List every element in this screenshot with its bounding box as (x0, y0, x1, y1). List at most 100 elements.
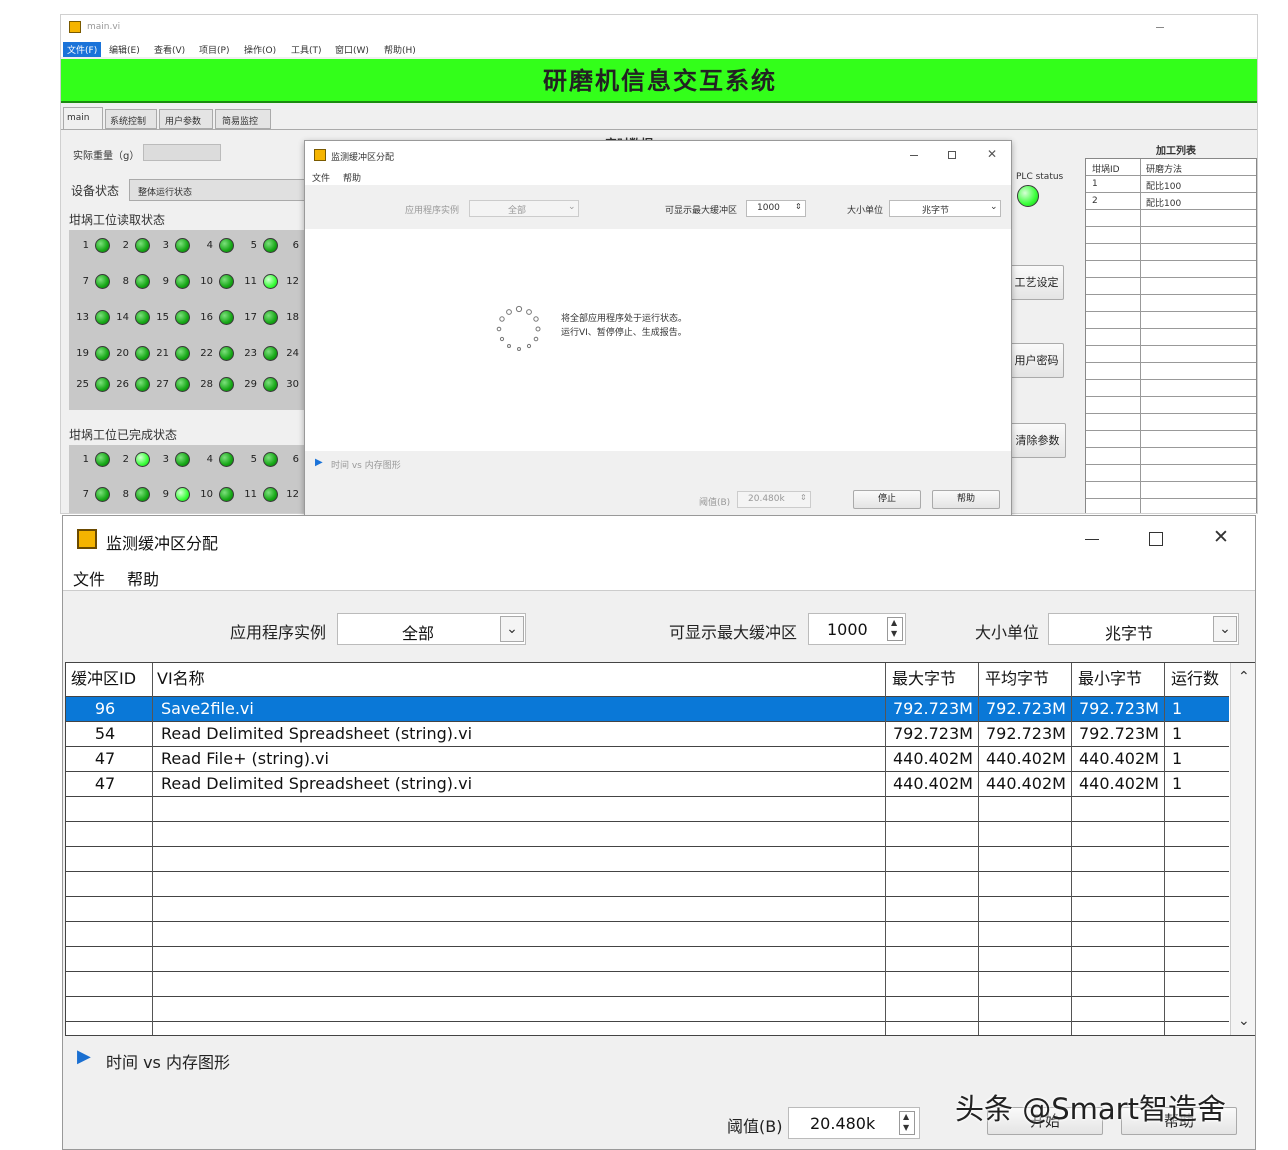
table-row[interactable]: 54 Read Delimited Spreadsheet (string).vi… (66, 722, 1229, 747)
menu-item-file[interactable]: 文件(F) (63, 42, 102, 57)
led-number: 3 (162, 454, 169, 465)
status-led-icon (263, 452, 278, 467)
tab-system-control[interactable]: 系统控制 (105, 109, 157, 129)
table-cell: 1 (1172, 724, 1183, 743)
big-threshold-down-icon[interactable]: ▼ (903, 1123, 909, 1132)
col-header-vi-name[interactable]: VI名称 (157, 663, 877, 695)
small-app-instance-select[interactable]: 全部 ⌄ (469, 200, 579, 217)
col-header-run-count[interactable]: 运行数 (1171, 663, 1227, 695)
list-row-line (1086, 243, 1256, 244)
table-row[interactable] (66, 972, 1229, 997)
small-graph-toggle-label[interactable]: 时间 vs 内存图形 (331, 458, 401, 471)
small-threshold-value: 20.480k (748, 494, 785, 504)
led-number: 1 (82, 454, 89, 465)
small-close-icon[interactable]: ✕ (987, 147, 997, 161)
table-row[interactable] (66, 922, 1229, 947)
col-header-min-bytes[interactable]: 最小字节 (1078, 663, 1164, 695)
scroll-up-icon[interactable]: ⌃ (1238, 669, 1250, 685)
status-led-icon (175, 452, 190, 467)
led-number: 9 (162, 489, 169, 500)
small-stop-button[interactable]: 停止 (853, 490, 921, 509)
small-max-buffers-input[interactable]: 1000 ⇕ (746, 200, 806, 217)
menu-item-operate[interactable]: 操作(O) (244, 43, 276, 56)
main-title-bar: main.vi (61, 15, 1257, 41)
big-unit-dropdown-button[interactable]: ⌄ (1213, 616, 1237, 642)
big-expand-arrow-icon[interactable]: ▶ (77, 1046, 91, 1067)
table-vertical-scrollbar[interactable]: ⌃ ⌄ (1230, 663, 1255, 1035)
led-number: 17 (244, 312, 257, 323)
small-unit-select[interactable]: 兆字节 ⌄ (889, 200, 1001, 217)
small-spinner-icon[interactable]: ⇕ (795, 202, 802, 211)
big-minimize-icon[interactable] (1085, 539, 1099, 540)
big-threshold-up-icon[interactable]: ▲ (903, 1112, 909, 1121)
table-cell: 792.723M (893, 724, 973, 743)
table-row[interactable] (66, 947, 1229, 972)
main-menu-bar: 文件(F) 编辑(E) 查看(V) 项目(P) 操作(O) 工具(T) 窗口(W… (61, 41, 1257, 57)
big-max-buffers-input[interactable]: 1000 ▲ ▼ (808, 613, 906, 645)
menu-item-project[interactable]: 项目(P) (199, 43, 229, 56)
table-row[interactable] (66, 872, 1229, 897)
plc-status-label: PLC status (1016, 172, 1064, 182)
table-cell: 96 (94, 699, 116, 718)
big-graph-toggle-label[interactable]: 时间 vs 内存图形 (106, 1049, 230, 1073)
status-led-icon (95, 310, 110, 325)
big-threshold-spinner[interactable]: ▲ ▼ (899, 1111, 915, 1135)
small-help-button[interactable]: 帮助 (932, 490, 1000, 509)
big-menu-file[interactable]: 文件 (73, 566, 105, 590)
big-max-buffers-spinner[interactable]: ▲ ▼ (887, 617, 903, 641)
small-threshold-input[interactable]: 20.480k ⇕ (737, 491, 811, 508)
big-spin-down-icon[interactable]: ▼ (891, 629, 897, 638)
table-row[interactable] (66, 822, 1229, 847)
big-app-instance-select[interactable]: 全部 ⌄ (337, 613, 526, 645)
small-minimize-icon[interactable] (910, 155, 918, 156)
small-maximize-icon[interactable] (948, 151, 956, 159)
list-row-line (1086, 294, 1256, 295)
table-row[interactable]: 47 Read File+ (string).vi 440.402M 440.402M… (66, 747, 1229, 772)
big-maximize-icon[interactable] (1149, 532, 1163, 546)
big-unit-select[interactable]: 兆字节 ⌄ (1048, 613, 1239, 645)
status-led-icon (95, 346, 110, 361)
process-setting-button[interactable]: 工艺设定 (1009, 265, 1064, 300)
menu-item-help[interactable]: 帮助(H) (384, 43, 416, 56)
clear-params-button[interactable]: 清除参数 (1009, 423, 1066, 458)
table-row[interactable]: 47 Read Delimited Spreadsheet (string).vi… (66, 772, 1229, 797)
big-app-instance-value: 全部 (402, 624, 435, 643)
small-expand-arrow-icon[interactable]: ▶ (315, 457, 323, 468)
big-app-instance-dropdown-button[interactable]: ⌄ (500, 616, 524, 642)
col-header-avg-bytes[interactable]: 平均字节 (985, 663, 1071, 695)
small-threshold-spinner-icon[interactable]: ⇕ (800, 493, 807, 502)
status-led-icon (219, 452, 234, 467)
big-close-icon[interactable]: ✕ (1213, 526, 1229, 548)
col-header-buffer-id[interactable]: 缓冲区ID (71, 663, 149, 695)
table-row[interactable]: 96 Save2file.vi 792.723M 792.723M 792.723M 1 (66, 697, 1229, 722)
table-row[interactable] (66, 847, 1229, 872)
small-menu-help[interactable]: 帮助 (343, 171, 361, 184)
tab-main[interactable]: main (63, 107, 103, 129)
led-number: 3 (162, 240, 169, 251)
menu-item-tools[interactable]: 工具(T) (291, 43, 322, 56)
table-row[interactable] (66, 797, 1229, 822)
big-menu-help[interactable]: 帮助 (127, 566, 159, 590)
minimize-icon[interactable] (1156, 27, 1164, 28)
list-row-line (1086, 396, 1256, 397)
status-led-icon (263, 487, 278, 502)
col-header-max-bytes[interactable]: 最大字节 (892, 663, 978, 695)
small-chevron-down-icon: ⌄ (568, 202, 576, 212)
list-row-line (1086, 277, 1256, 278)
scroll-down-icon[interactable]: ⌄ (1238, 1013, 1250, 1029)
big-spin-up-icon[interactable]: ▲ (891, 618, 897, 627)
small-stop-label: 停止 (877, 494, 896, 504)
small-max-buffers-label: 可显示最大缓冲区 (665, 206, 738, 216)
table-row[interactable] (66, 997, 1229, 1022)
menu-item-window[interactable]: 窗口(W) (335, 43, 369, 56)
small-menu-file[interactable]: 文件 (312, 171, 330, 184)
led-number: 30 (286, 379, 299, 390)
led-number: 27 (156, 379, 169, 390)
table-row[interactable] (66, 897, 1229, 922)
tab-user-params[interactable]: 用户参数 (159, 109, 213, 129)
user-password-button[interactable]: 用户密码 (1009, 343, 1064, 378)
menu-item-view[interactable]: 查看(V) (154, 43, 185, 56)
big-threshold-input[interactable]: 20.480k ▲ ▼ (788, 1107, 920, 1139)
tab-simple-monitor[interactable]: 简易监控 (215, 109, 271, 129)
menu-item-edit[interactable]: 编辑(E) (109, 43, 140, 56)
